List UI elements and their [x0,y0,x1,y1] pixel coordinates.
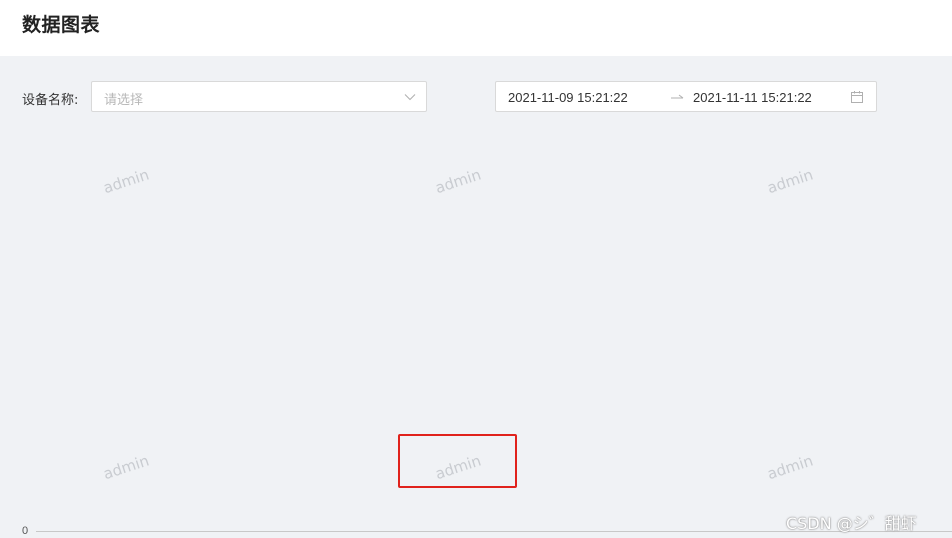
arrow-right-icon [671,94,684,99]
watermark: admin [433,165,484,198]
watermark: admin [765,451,816,484]
calendar-icon[interactable] [850,90,864,104]
chevron-down-icon [404,94,416,101]
watermark: admin [101,451,152,484]
device-select-placeholder: 请选择 [104,93,144,108]
date-range-start[interactable]: 2021-11-09 15:21:22 [508,90,628,105]
watermark: admin [101,165,152,198]
device-select[interactable]: 请选择 [91,81,427,112]
date-range-end[interactable]: 2021-11-11 15:21:22 [693,90,812,105]
page-title: 数据图表 [22,14,101,36]
y-axis-zero-label: 0 [22,525,29,537]
device-name-label: 设备名称: [22,93,79,108]
page-header: 数据图表 [0,0,952,56]
date-range-picker[interactable]: 2021-11-09 15:21:22 2021-11-11 15:21:22 [495,81,877,112]
watermark: admin [765,165,816,198]
csdn-credit: CSDN @シ゛甜虾 [786,514,917,533]
highlight-annotation [398,434,517,488]
